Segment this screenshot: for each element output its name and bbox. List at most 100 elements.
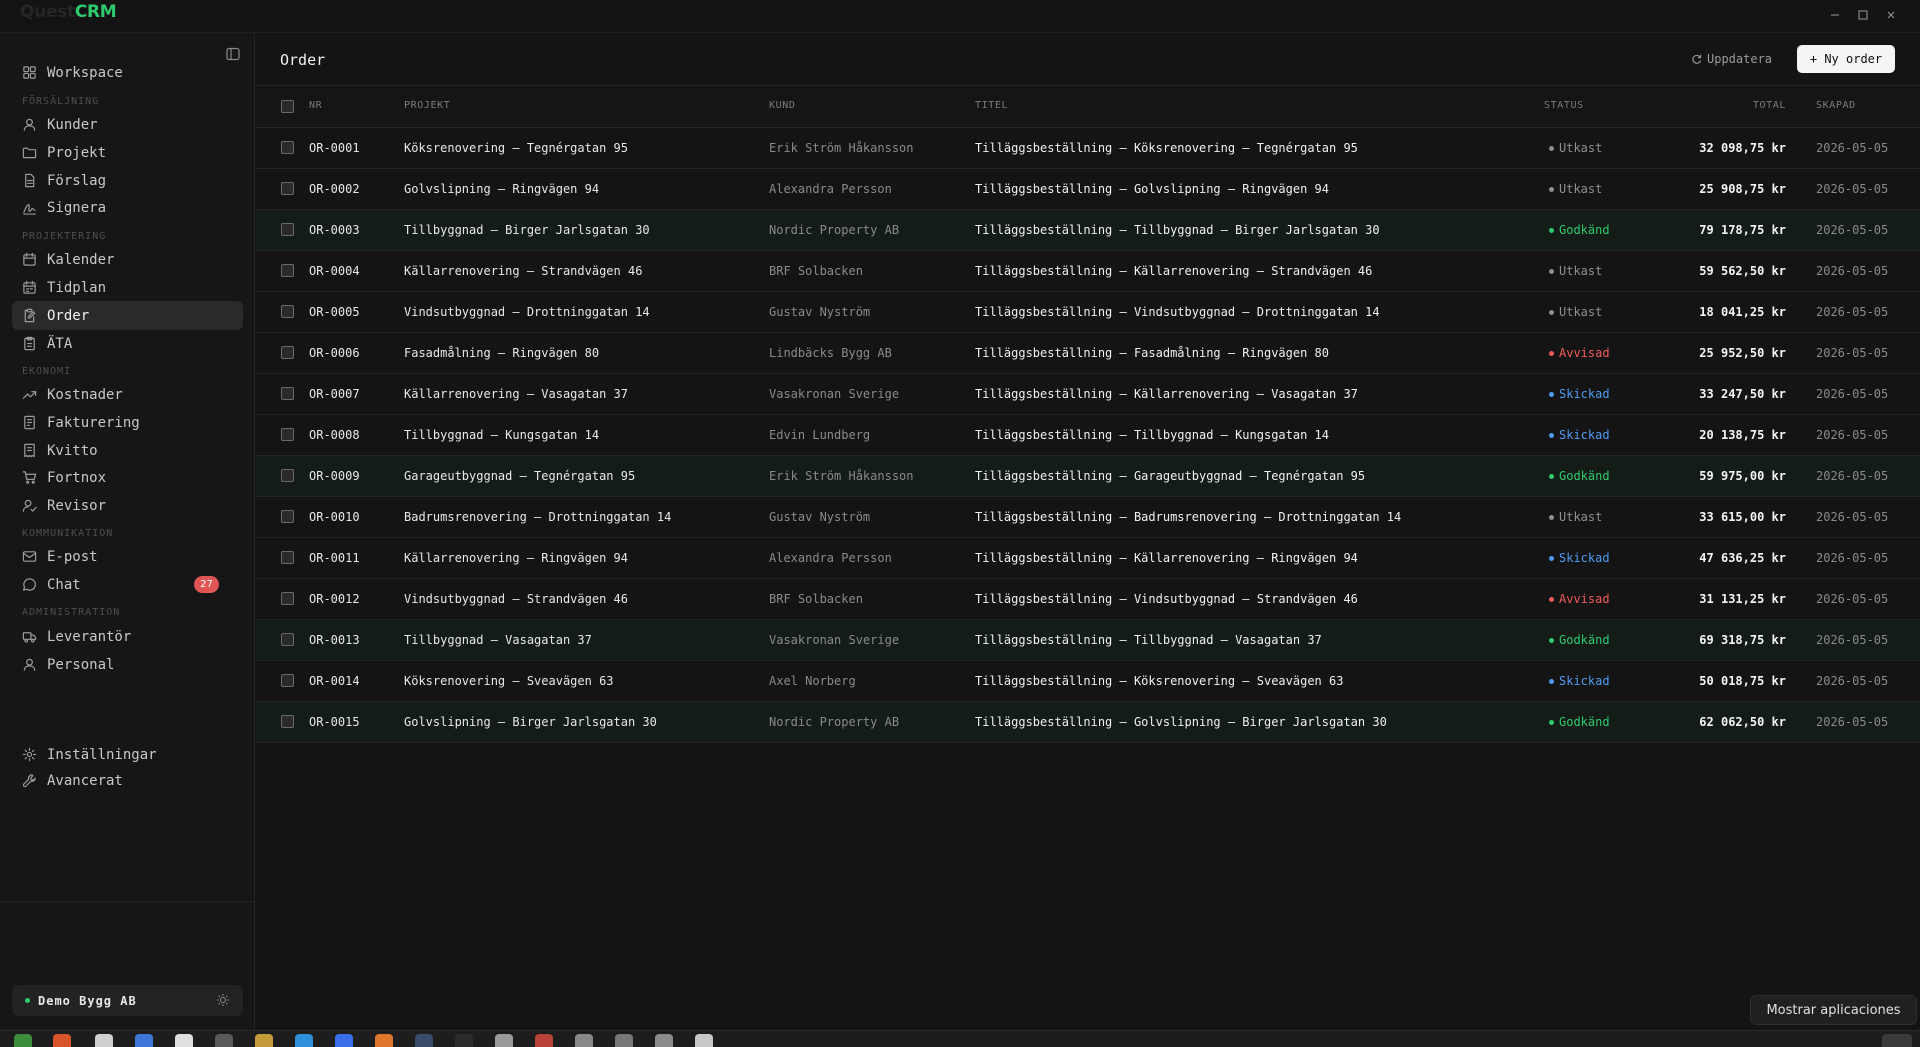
sidebar-item-kalender[interactable]: Kalender (12, 245, 243, 274)
created-date: 2026-05-05 (1816, 223, 1889, 237)
table-row[interactable]: OR-0008 Tillbyggnad — Kungsgatan 14 Edvin … (256, 415, 1920, 456)
row-checkbox[interactable] (281, 305, 294, 318)
column-header-skapad[interactable]: SKAPAD (1816, 100, 1856, 111)
table-row[interactable]: OR-0015 Golvslipning — Birger Jarlsgatan … (256, 702, 1920, 743)
calendar-icon (21, 252, 37, 268)
project-name: Tillbyggnad — Birger Jarlsgatan 30 (404, 223, 650, 237)
refresh-button[interactable]: Uppdatera (1691, 46, 1772, 72)
sidebar-item-order[interactable]: Order (12, 301, 243, 330)
sidebar-item-revisor[interactable]: Revisor (12, 491, 243, 520)
taskbar-app-icon[interactable] (175, 1034, 193, 1047)
sidebar-item-installningar[interactable]: Inställningar (12, 740, 243, 769)
sidebar-item-chat[interactable]: Chat 27 (12, 570, 243, 599)
row-checkbox[interactable] (281, 264, 294, 277)
taskbar-app-icon[interactable] (375, 1034, 393, 1047)
sidebar-item-workspace[interactable]: Workspace (12, 58, 243, 87)
row-checkbox[interactable] (281, 551, 294, 564)
table-row[interactable]: OR-0001 Köksrenovering — Tegnérgatan 95 Er… (256, 128, 1920, 169)
column-header-total[interactable]: TOTAL (1753, 100, 1786, 111)
order-total: 62 062,50 kr (1699, 715, 1786, 729)
table-row[interactable]: OR-0005 Vindsutbyggnad — Drottninggatan 1… (256, 292, 1920, 333)
maximize-button[interactable] (1852, 5, 1874, 25)
taskbar-app-icon[interactable] (415, 1034, 433, 1047)
created-date: 2026-05-05 (1816, 387, 1889, 401)
table-row[interactable]: OR-0009 Garageutbyggnad — Tegnérgatan 95 E… (256, 456, 1920, 497)
project-name: Köksrenovering — Sveavägen 63 (404, 674, 614, 688)
new-order-button[interactable]: + Ny order (1797, 45, 1895, 73)
column-header-titel[interactable]: TITEL (975, 100, 1008, 111)
sidebar-item-fakturering[interactable]: Fakturering (12, 408, 243, 437)
taskbar-app-icon[interactable] (615, 1034, 633, 1047)
sidebar-item-kunder[interactable]: Kunder (12, 110, 243, 139)
taskbar-app-icon[interactable] (95, 1034, 113, 1047)
table-row[interactable]: OR-0002 Golvslipning — Ringvägen 94 Alexan… (256, 169, 1920, 210)
taskbar-app-icon[interactable] (535, 1034, 553, 1047)
sidebar-item-projekt[interactable]: Projekt (12, 138, 243, 167)
customer-name: Edvin Lundberg (769, 428, 871, 442)
column-header-nr[interactable]: NR (309, 100, 322, 111)
table-row[interactable]: OR-0007 Källarrenovering — Vasagatan 37 Va… (256, 374, 1920, 415)
table-row[interactable]: OR-0013 Tillbyggnad — Vasagatan 37 Vasakro… (256, 620, 1920, 661)
customer-name: Axel Norberg (769, 674, 856, 688)
organization-switcher[interactable]: Demo Bygg AB (12, 985, 243, 1016)
taskbar-app-icon[interactable] (14, 1034, 32, 1047)
column-header-projekt[interactable]: PROJEKT (404, 100, 450, 111)
table-row[interactable]: OR-0010 Badrumsrenovering — Drottninggata… (256, 497, 1920, 538)
taskbar-app-icon[interactable] (455, 1034, 473, 1047)
sidebar-item-tidplan[interactable]: Tidplan (12, 273, 243, 302)
sidebar-item-kostnader[interactable]: Kostnader (12, 380, 243, 409)
sidebar-item-label: Order (47, 307, 90, 324)
taskbar-app-icon[interactable] (575, 1034, 593, 1047)
row-checkbox[interactable] (281, 510, 294, 523)
row-checkbox[interactable] (281, 633, 294, 646)
table-row[interactable]: OR-0014 Köksrenovering — Sveavägen 63 Axel… (256, 661, 1920, 702)
sidebar-item-avancerat[interactable]: Avancerat (12, 766, 243, 795)
row-checkbox[interactable] (281, 428, 294, 441)
close-button[interactable] (1880, 5, 1902, 25)
column-header-status[interactable]: STATUS (1544, 100, 1584, 111)
column-header-kund[interactable]: KUND (769, 100, 795, 111)
order-total: 59 562,50 kr (1699, 264, 1786, 278)
sidebar-item-ata[interactable]: ÄTA (12, 329, 243, 358)
taskbar-app-icon[interactable] (335, 1034, 353, 1047)
sun-icon[interactable] (216, 993, 230, 1007)
taskbar-app-icon[interactable] (53, 1034, 71, 1047)
row-checkbox[interactable] (281, 387, 294, 400)
refresh-icon (1692, 54, 1702, 64)
table-row[interactable]: OR-0004 Källarrenovering — Strandvägen 46… (256, 251, 1920, 292)
taskbar-app-icon[interactable] (135, 1034, 153, 1047)
status-badge: Skickad (1549, 387, 1610, 401)
table-row[interactable]: OR-0011 Källarrenovering — Ringvägen 94 Al… (256, 538, 1920, 579)
table-row[interactable]: OR-0006 Fasadmålning — Ringvägen 80 Lindbä… (256, 333, 1920, 374)
taskbar-app-icon[interactable] (255, 1034, 273, 1047)
minimize-button[interactable] (1824, 5, 1846, 25)
taskbar-app-icon[interactable] (295, 1034, 313, 1047)
row-checkbox[interactable] (281, 674, 294, 687)
taskbar-app-icon[interactable] (215, 1034, 233, 1047)
row-checkbox[interactable] (281, 141, 294, 154)
table-row[interactable]: OR-0012 Vindsutbyggnad — Strandvägen 46 BR… (256, 579, 1920, 620)
table-row[interactable]: OR-0003 Tillbyggnad — Birger Jarlsgatan 3… (256, 210, 1920, 251)
taskbar-app-icon[interactable] (495, 1034, 513, 1047)
sidebar-item-leverantor[interactable]: Leverantör (12, 622, 243, 651)
row-checkbox[interactable] (281, 469, 294, 482)
row-checkbox[interactable] (281, 715, 294, 728)
taskbar-app-icon[interactable] (695, 1034, 713, 1047)
sidebar-item-signera[interactable]: Signera (12, 193, 243, 222)
row-checkbox[interactable] (281, 592, 294, 605)
row-checkbox[interactable] (281, 346, 294, 359)
show-apps-button[interactable] (1882, 1034, 1912, 1047)
taskbar-app-icon[interactable] (655, 1034, 673, 1047)
sidebar-item-forslag[interactable]: Förslag (12, 166, 243, 195)
sidebar-item-fortnox[interactable]: Fortnox (12, 463, 243, 492)
sidebar-item-personal[interactable]: Personal (12, 650, 243, 679)
customer-name: Lindbäcks Bygg AB (769, 346, 892, 360)
main-content: Order Uppdatera + Ny order NR PROJEKT KU… (256, 33, 1920, 1030)
order-total: 33 247,50 kr (1699, 387, 1786, 401)
row-checkbox[interactable] (281, 182, 294, 195)
row-checkbox[interactable] (281, 223, 294, 236)
sidebar-item-kvitto[interactable]: Kvitto (12, 436, 243, 465)
status-dot (1549, 678, 1554, 684)
select-all-checkbox[interactable] (281, 100, 294, 113)
sidebar-item-e-post[interactable]: E-post (12, 542, 243, 571)
